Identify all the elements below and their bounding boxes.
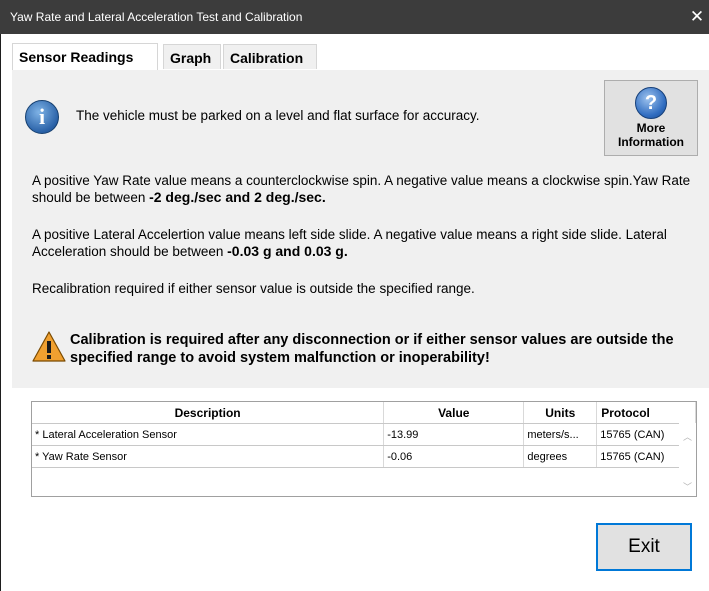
yaw-rate-description: A positive Yaw Rate value means a counte… [32, 172, 692, 206]
cell-description: * Yaw Rate Sensor [32, 445, 385, 468]
level-surface-message: The vehicle must be parked on a level an… [76, 108, 480, 123]
column-header-units[interactable]: Units [523, 402, 598, 424]
table-row[interactable]: * Lateral Acceleration Sensor -13.99 met… [32, 423, 696, 446]
calibration-warning: Calibration is required after any discon… [70, 332, 674, 366]
yaw-rate-text: A positive Yaw Rate value means a counte… [32, 173, 691, 205]
column-header-protocol[interactable]: Protocol [596, 402, 696, 424]
cell-units: meters/s... [523, 423, 598, 446]
warning-icon [32, 331, 66, 362]
close-icon[interactable]: ✕ [685, 0, 709, 34]
window-left-border [0, 34, 1, 591]
sensor-table: Description Value Units Protocol * Later… [32, 402, 696, 468]
info-icon: i [25, 100, 59, 134]
yaw-rate-range: -2 deg./sec and 2 deg./sec. [149, 189, 326, 205]
vertical-scrollbar[interactable]: ︿ ﹀ [679, 423, 696, 496]
cell-units: degrees [523, 445, 598, 468]
cell-value: -0.06 [383, 445, 525, 468]
lateral-acceleration-description: A positive Lateral Accelertion value mea… [32, 226, 697, 260]
title-bar[interactable]: Yaw Rate and Lateral Acceleration Test a… [0, 0, 709, 34]
cell-description: * Lateral Acceleration Sensor [32, 423, 385, 446]
tab-sensor-readings[interactable]: Sensor Readings [12, 43, 158, 70]
table-row[interactable]: * Yaw Rate Sensor -0.06 degrees 15765 (C… [32, 445, 696, 468]
lateral-acceleration-text: A positive Lateral Accelertion value mea… [32, 227, 667, 259]
more-information-button[interactable]: ? More Information [604, 80, 698, 156]
table-header-row: Description Value Units Protocol [32, 402, 696, 424]
more-information-label-line1: More [636, 121, 666, 135]
window-title: Yaw Rate and Lateral Acceleration Test a… [10, 10, 303, 24]
recalibration-note: Recalibration required if either sensor … [32, 281, 475, 296]
tab-calibration[interactable]: Calibration [223, 44, 317, 69]
more-information-label-line2: Information [618, 135, 684, 149]
column-header-description[interactable]: Description [32, 402, 385, 424]
sensor-data-grid[interactable]: Description Value Units Protocol * Later… [31, 401, 697, 497]
lateral-acceleration-range: -0.03 g and 0.03 g. [227, 243, 348, 259]
scroll-up-icon[interactable]: ︿ [679, 429, 696, 446]
tab-graph[interactable]: Graph [163, 44, 221, 69]
help-icon: ? [635, 87, 667, 119]
column-header-value[interactable]: Value [383, 402, 525, 424]
scroll-down-icon[interactable]: ﹀ [679, 479, 696, 496]
exit-button[interactable]: Exit [596, 523, 692, 571]
cell-value: -13.99 [383, 423, 525, 446]
